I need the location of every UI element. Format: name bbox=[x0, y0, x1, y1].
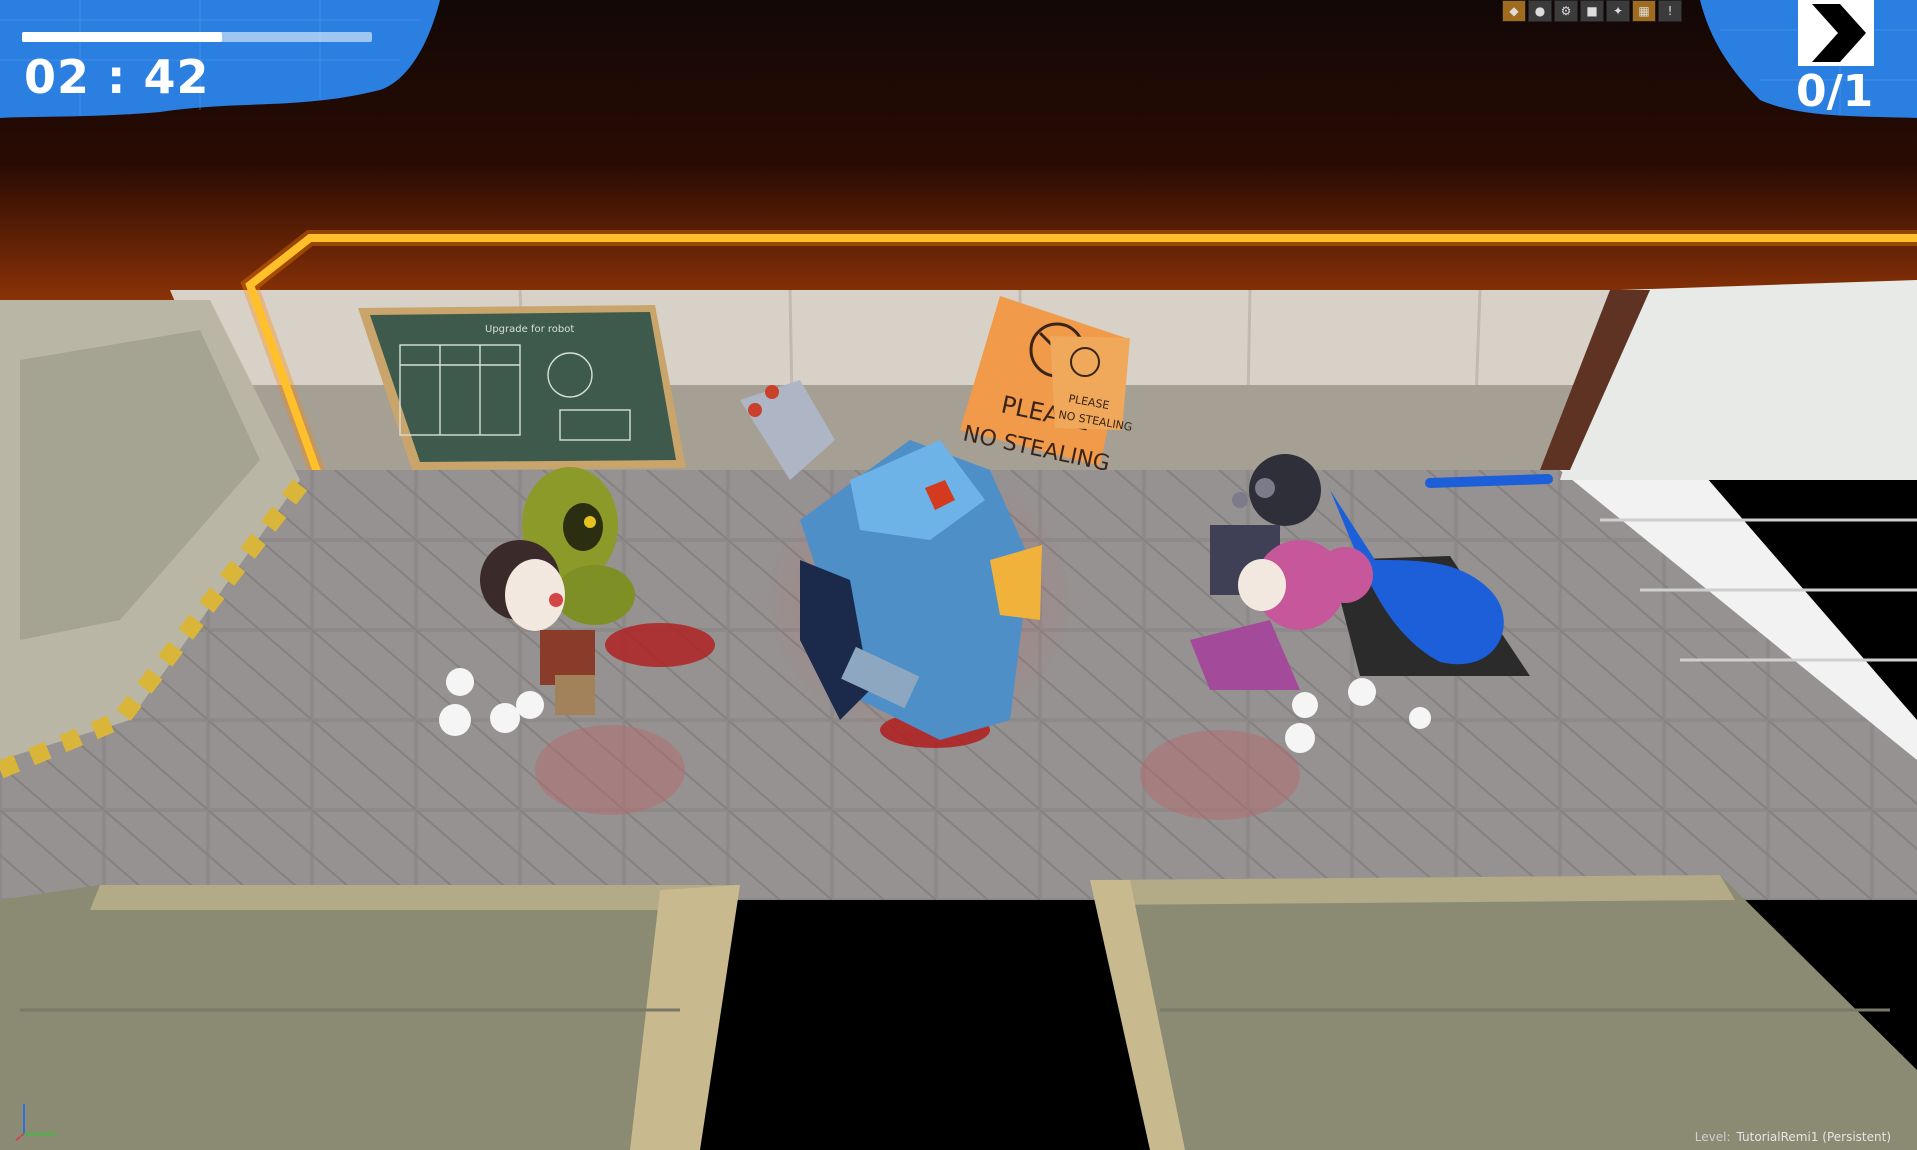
blood-stain bbox=[535, 725, 685, 815]
foreground-crate-left bbox=[0, 885, 740, 1150]
level-name: TutorialRemi1 (Persistent) bbox=[1736, 1130, 1892, 1144]
blood-splat bbox=[605, 623, 715, 667]
toolbar-icon[interactable]: ● bbox=[1528, 0, 1552, 22]
editor-toolbar: ◆ ● ⚙ ■ ✦ ▦! bbox=[1502, 0, 1682, 22]
toolbar-icon[interactable]: ■ bbox=[1580, 0, 1604, 22]
toolbar-icon[interactable]: ▦ bbox=[1632, 0, 1656, 22]
game-scene: Upgrade for robot PLEASE NO STEALING PLE… bbox=[0, 0, 1917, 1150]
chalkboard-title: Upgrade for robot bbox=[485, 324, 574, 335]
foreground-crate-right bbox=[1090, 875, 1917, 1150]
game-viewport: Upgrade for robot PLEASE NO STEALING PLE… bbox=[0, 0, 1917, 1150]
toolbar-icon[interactable]: ! bbox=[1658, 0, 1682, 22]
level-timer: 02 : 42 bbox=[24, 50, 210, 104]
toolbar-icon[interactable]: ◆ bbox=[1502, 0, 1526, 22]
level-progress-bar bbox=[22, 32, 372, 42]
toolbar-icon[interactable]: ✦ bbox=[1606, 0, 1630, 22]
level-progress-fill bbox=[22, 32, 222, 42]
next-objective-button[interactable] bbox=[1798, 0, 1874, 66]
level-info: Level: TutorialRemi1 (Persistent) bbox=[1695, 1130, 1891, 1144]
level-label: Level: bbox=[1694, 1130, 1731, 1144]
objective-counter: 0/1 bbox=[1796, 66, 1874, 117]
chevron-right-icon bbox=[1798, 0, 1874, 66]
blood-stain bbox=[1140, 730, 1300, 820]
blue-paint-stripe bbox=[1425, 474, 1553, 488]
toolbar-icon[interactable]: ⚙ bbox=[1554, 0, 1578, 22]
axis-gizmo-icon bbox=[10, 1104, 56, 1142]
